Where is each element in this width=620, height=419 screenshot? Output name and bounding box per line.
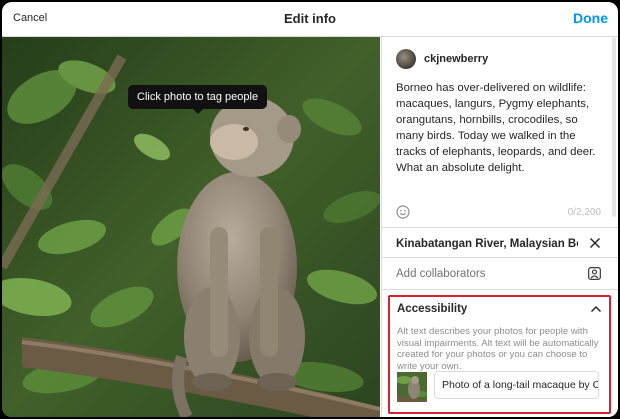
dialog-title: Edit info [284, 11, 336, 26]
close-icon[interactable] [589, 237, 601, 249]
alt-text-input[interactable]: Photo of a long-tail macaque by C [434, 371, 599, 399]
divider [382, 289, 618, 290]
post-photo[interactable]: Click photo to tag people [2, 37, 380, 417]
accessibility-title[interactable]: Accessibility [397, 303, 467, 315]
photo-thumbnail [397, 372, 427, 402]
smiley-icon[interactable] [396, 205, 410, 219]
done-button[interactable]: Done [573, 10, 608, 26]
character-counter: 0/2,200 [567, 207, 601, 218]
edit-panel: ckjnewberry Borneo has over-delivered on… [381, 37, 618, 417]
divider [382, 227, 618, 228]
caption-scrollbar[interactable] [612, 37, 616, 217]
dialog-header: Cancel Edit info Done [2, 2, 618, 37]
accessibility-section: Accessibility Alt text describes your ph… [388, 295, 611, 414]
edit-info-dialog: Cancel Edit info Done Click photo to tag… [2, 2, 618, 417]
caption-textarea[interactable]: Borneo has over-delivered on wildlife: m… [396, 80, 606, 176]
accessibility-description: Alt text describes your photos for peopl… [397, 326, 599, 372]
add-person-icon[interactable] [588, 267, 601, 280]
location-field[interactable]: Kinabatangan River, Malaysian Bor [396, 238, 578, 250]
username: ckjnewberry [424, 53, 489, 65]
tag-people-tooltip: Click photo to tag people [128, 85, 268, 114]
add-collaborators-field[interactable]: Add collaborators [396, 268, 486, 280]
divider [382, 257, 618, 258]
chevron-up-icon[interactable] [590, 304, 602, 314]
avatar [396, 49, 416, 69]
